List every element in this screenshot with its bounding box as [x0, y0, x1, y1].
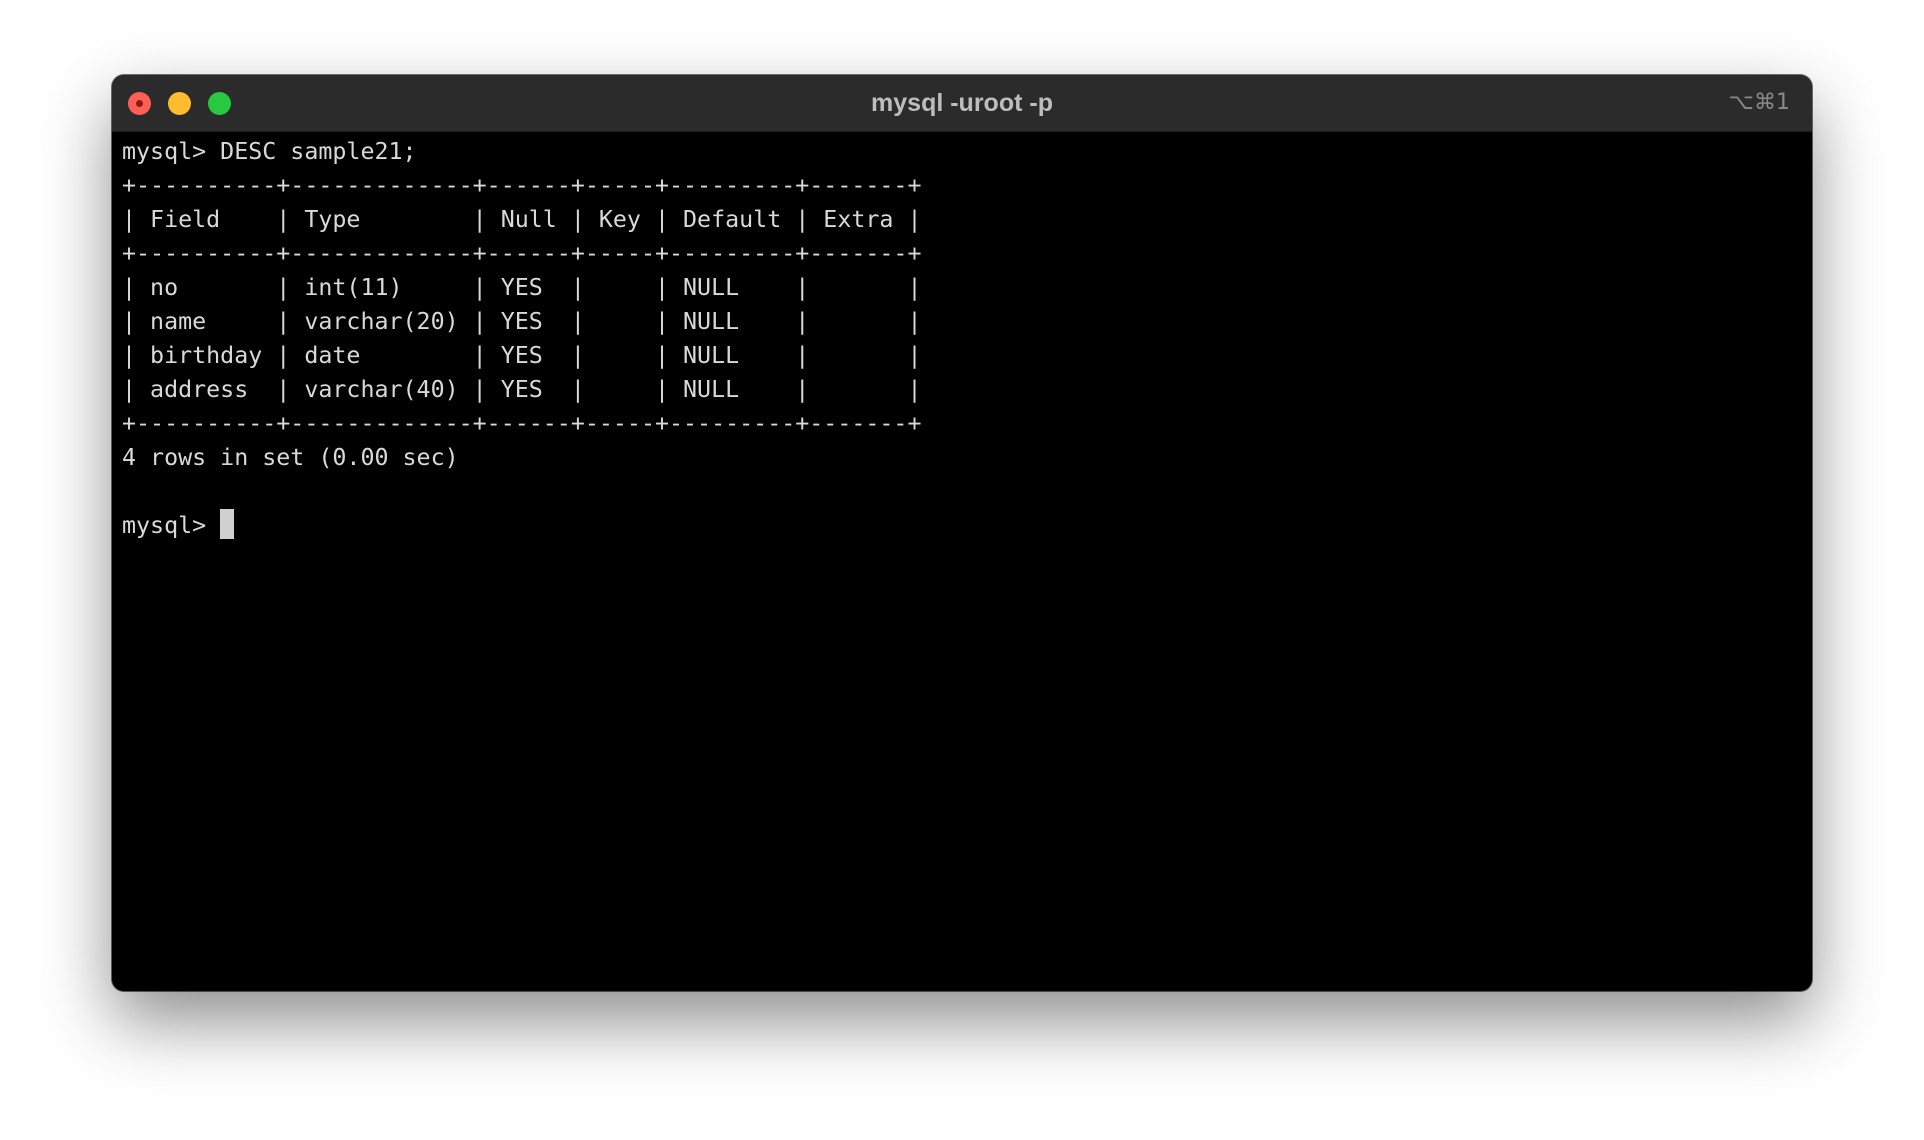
table-border-line: +----------+-------------+------+-----+-… [122, 410, 922, 437]
title-bar[interactable]: mysql -uroot -p ⌥⌘1 [112, 75, 1812, 132]
terminal-output[interactable]: mysql> DESC sample21; +----------+------… [122, 135, 1802, 991]
window-title: mysql -uroot -p [871, 89, 1053, 117]
result-summary: 4 rows in set (0.00 sec) [122, 444, 459, 471]
prompt-text: mysql> [122, 512, 221, 539]
table-border-line: +----------+-------------+------+-----+-… [122, 240, 922, 267]
table-row: | no | int(11) | YES | | NULL | | [122, 274, 922, 301]
terminal-window: mysql -uroot -p ⌥⌘1 mysql> DESC sample21… [112, 75, 1812, 991]
table-row: | name | varchar(20) | YES | | NULL | | [122, 308, 922, 335]
table-row: | address | varchar(40) | YES | | NULL |… [122, 376, 922, 403]
table-row: | birthday | date | YES | | NULL | | [122, 342, 922, 369]
prompt-line[interactable]: mysql> [122, 509, 1802, 543]
table-border-line: +----------+-------------+------+-----+-… [122, 172, 922, 199]
terminal-line: mysql> DESC sample21; [122, 138, 417, 165]
text-cursor [220, 509, 235, 539]
table-header-line: | Field | Type | Null | Key | Default | … [122, 206, 922, 233]
window-shortcut-label: ⌥⌘1 [1728, 90, 1790, 115]
